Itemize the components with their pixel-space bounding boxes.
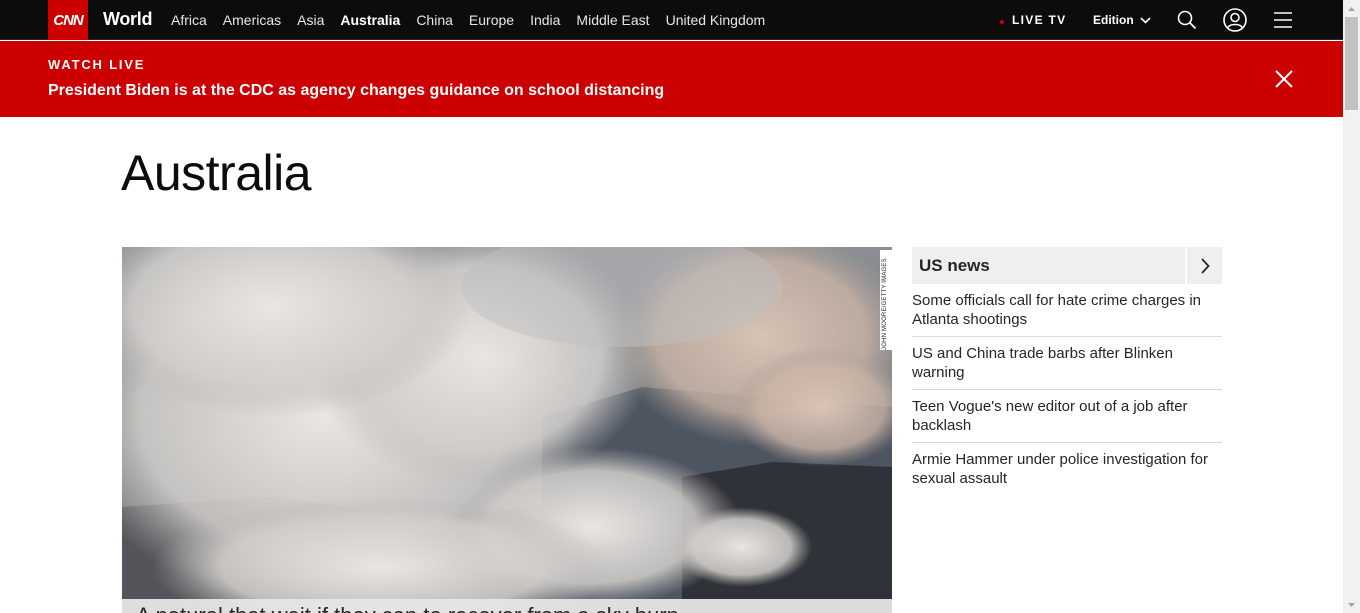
nav-link-americas[interactable]: Americas [223,12,281,28]
hamburger-menu-icon[interactable] [1271,8,1295,32]
sidebar-list: Some officials call for hate crime charg… [912,284,1222,496]
scrollbar-thumb[interactable] [1345,17,1358,110]
hero-headline[interactable]: A natural that wait if they can to recov… [136,603,679,613]
chevron-right-icon[interactable] [1185,247,1222,284]
banner-headline[interactable]: President Biden is at the CDC as agency … [48,82,664,100]
account-icon[interactable] [1223,8,1247,32]
nav-link-australia[interactable]: Australia [340,12,400,28]
headline-link[interactable]: US and China trade barbs after Blinken w… [912,344,1222,382]
page-title: Australia [121,145,312,201]
headline-link[interactable]: Teen Vogue's new editor out of a job aft… [912,397,1222,435]
page-scrollbar[interactable] [1343,0,1360,613]
region-nav: Africa Americas Asia Australia China Eur… [171,12,781,28]
nav-link-asia[interactable]: Asia [297,12,324,28]
list-item[interactable]: Teen Vogue's new editor out of a job aft… [912,390,1222,443]
banner-kicker: WATCH LIVE [48,57,146,72]
nav-link-india[interactable]: India [530,12,560,28]
nav-link-europe[interactable]: Europe [469,12,514,28]
photo-credit: JOHN MOORE/GETTY IMAGES [880,250,892,350]
scroll-down-arrow-icon[interactable] [1343,596,1360,613]
headline-link[interactable]: Armie Hammer under police investigation … [912,450,1222,488]
nav-link-middle-east[interactable]: Middle East [576,12,649,28]
us-news-sidebar: US news Some officials call for hate cri… [912,247,1222,496]
search-icon[interactable] [1175,8,1199,32]
live-tv-label: LIVE TV [1012,13,1067,27]
watch-live-banner[interactable]: WATCH LIVE President Biden is at the CDC… [0,41,1343,117]
photo-credit-text: JOHN MOORE/GETTY IMAGES [882,258,888,350]
hero-caption[interactable]: A natural that wait if they can to recov… [122,599,892,613]
nav-link-china[interactable]: China [416,12,453,28]
close-icon[interactable] [1274,69,1294,89]
page: CNN World Africa Americas Asia Australia… [0,0,1360,613]
live-dot-icon [1000,20,1004,24]
edition-label: Edition [1093,13,1134,27]
chevron-down-icon [1140,16,1151,24]
hero-image[interactable] [122,247,892,613]
cnn-logo[interactable]: CNN [48,0,88,40]
sidebar-header[interactable]: US news [912,247,1222,284]
scroll-up-arrow-icon[interactable] [1343,0,1360,17]
top-nav: CNN World Africa Americas Asia Australia… [0,0,1343,40]
nav-link-africa[interactable]: Africa [171,12,207,28]
live-tv-link[interactable]: LIVE TV [1000,13,1066,27]
sidebar-title[interactable]: US news [919,256,990,276]
list-item[interactable]: Armie Hammer under police investigation … [912,443,1222,496]
section-title-world[interactable]: World [103,9,152,30]
headline-link[interactable]: Some officials call for hate crime charg… [912,291,1222,329]
list-item[interactable]: Some officials call for hate crime charg… [912,284,1222,337]
list-item[interactable]: US and China trade barbs after Blinken w… [912,337,1222,390]
edition-dropdown[interactable]: Edition [1093,13,1151,27]
nav-link-united-kingdom[interactable]: United Kingdom [666,12,766,28]
